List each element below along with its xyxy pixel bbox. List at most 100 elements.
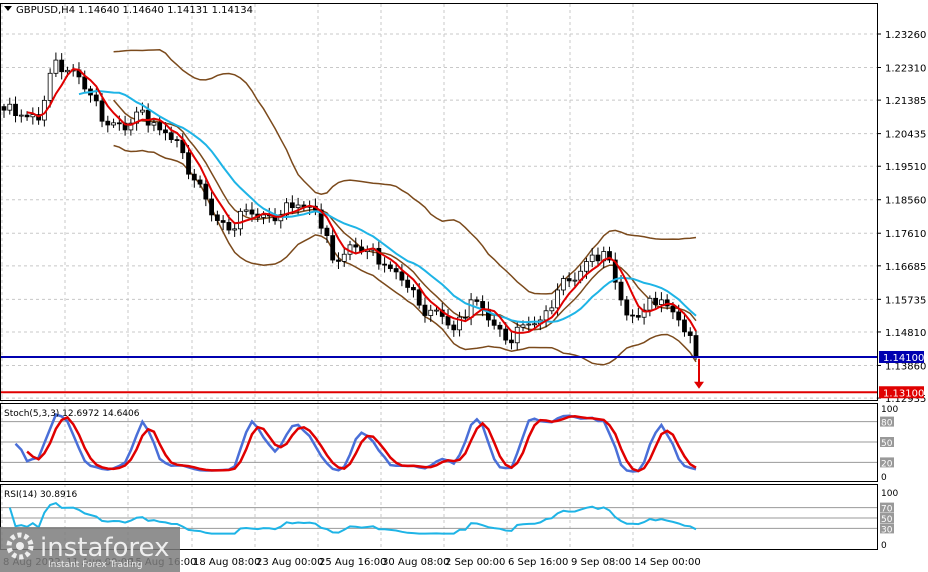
- candle-body: [324, 227, 330, 236]
- candle-body: [105, 120, 111, 126]
- candle-body: [145, 109, 151, 126]
- candle-body: [116, 122, 122, 125]
- candle-body: [416, 289, 422, 306]
- candle-body: [99, 100, 105, 122]
- candle-body: [422, 304, 428, 316]
- candle-body: [670, 305, 676, 313]
- candle-body: [584, 261, 589, 272]
- candle-body: [336, 259, 341, 262]
- candle-body: [624, 299, 630, 316]
- candle-body: [393, 268, 399, 273]
- candle-body: [543, 310, 549, 321]
- time-axis-label: 18 Aug 08:00: [193, 557, 260, 568]
- candle-body: [445, 316, 451, 326]
- candle-body: [24, 114, 30, 118]
- time-axis-label: 2 Sep 00:00: [445, 557, 505, 568]
- rsi-scale-label: 100: [881, 489, 898, 499]
- stoch-level-label: 20: [881, 459, 893, 469]
- candle-body: [462, 316, 468, 319]
- candle-body: [197, 179, 203, 185]
- stoch-scale-label: 0: [881, 473, 887, 483]
- candle-body: [520, 324, 526, 328]
- candle-body: [65, 69, 70, 73]
- logo-text: instaforex: [40, 533, 169, 563]
- candle-body: [682, 319, 687, 333]
- price-axis-label: 1.20435: [885, 130, 926, 141]
- candle-body: [191, 173, 197, 181]
- candle-body: [532, 323, 537, 326]
- candle-body: [295, 204, 301, 209]
- candle-body: [238, 210, 243, 230]
- candle-body: [387, 264, 393, 269]
- candle-body: [382, 263, 388, 266]
- time-axis-label: 6 Sep 16:00: [508, 557, 568, 568]
- price-chart[interactable]: 1.23260 1.22310 1.21385 1.20435 1.19510 1.185…: [0, 0, 928, 572]
- target-price-label: 1.13100: [883, 388, 924, 399]
- candle-body: [630, 314, 635, 317]
- candle-body: [353, 244, 359, 248]
- candle-body: [509, 339, 514, 344]
- candle-body: [82, 76, 88, 90]
- candle-body: [411, 287, 416, 291]
- candle-body: [555, 289, 560, 309]
- candle-body: [174, 139, 180, 141]
- candle-body: [157, 122, 163, 131]
- time-axis-label: 30 Aug 08:00: [382, 557, 449, 568]
- rsi-label: RSI(14) 30.8916: [4, 490, 77, 500]
- candle-body: [405, 279, 411, 288]
- candle-body: [497, 324, 503, 330]
- candle-body: [595, 254, 601, 262]
- symbol-title: GBPUSD,H4: [16, 5, 75, 16]
- candle-body: [139, 109, 145, 113]
- price-axis-label: 1.14810: [885, 328, 926, 339]
- candle-body: [693, 335, 699, 357]
- candle-body: [589, 254, 595, 262]
- rsi-scale-label: 0: [881, 541, 887, 551]
- candle-body: [491, 319, 497, 326]
- time-axis-label: 9 Sep 08:00: [571, 557, 631, 568]
- candle-body: [47, 72, 53, 101]
- stoch-label: Stoch(5,3,3) 12.6972 14.6406: [4, 409, 140, 419]
- candle-body: [676, 311, 682, 321]
- candle-body: [549, 307, 555, 312]
- candle-body: [226, 222, 232, 231]
- candle-body: [635, 315, 641, 318]
- candle-body: [434, 309, 439, 312]
- candle-body: [151, 122, 157, 126]
- candle-body: [514, 326, 520, 344]
- candle-body: [243, 209, 249, 212]
- candle-body: [560, 278, 566, 291]
- candle-body: [687, 331, 693, 336]
- candle-body: [214, 214, 220, 221]
- price-axis-label: 1.16685: [885, 262, 926, 273]
- candle-body: [474, 299, 480, 302]
- instaforex-logo: instaforex Instant Forex Trading: [0, 527, 180, 572]
- candle-body: [18, 114, 24, 117]
- price-axis-label: 1.21385: [885, 96, 926, 107]
- candle-body: [209, 198, 215, 216]
- candle-body: [111, 122, 116, 126]
- price-axis-label: 1.18560: [885, 196, 926, 207]
- candle-body: [289, 202, 295, 209]
- candle-body: [572, 279, 578, 282]
- time-axis-label: 25 Aug 16:00: [319, 557, 386, 568]
- candle-body: [93, 94, 99, 102]
- candle-body: [168, 132, 174, 140]
- candle-body: [330, 235, 336, 261]
- price-axis-label: 1.19510: [885, 162, 926, 173]
- candle-body: [647, 297, 653, 311]
- candle-body: [220, 220, 226, 223]
- price-axis-label: 1.22310: [885, 63, 926, 74]
- candle-body: [186, 152, 191, 175]
- gear-center-icon: [16, 542, 24, 550]
- candle-body: [203, 183, 209, 200]
- time-axis-label: 23 Aug 00:00: [256, 557, 323, 568]
- candle-body: [659, 299, 664, 305]
- support-price-label: 1.14100: [883, 353, 924, 364]
- stoch-scale-label: 100: [881, 405, 898, 415]
- stoch-level-label: 50: [881, 439, 893, 449]
- candle-body: [13, 103, 18, 117]
- candle-body: [232, 228, 238, 231]
- candle-body: [399, 271, 405, 281]
- ohlc-values: 1.14640 1.14640 1.14131 1.14134: [78, 5, 253, 16]
